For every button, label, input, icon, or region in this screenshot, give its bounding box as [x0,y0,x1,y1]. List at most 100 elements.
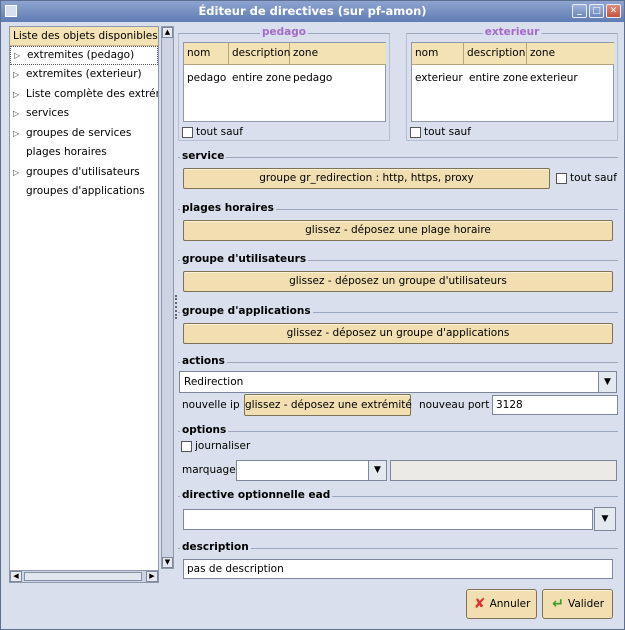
expander-icon[interactable]: ▷ [13,65,19,85]
scrollbar-thumb[interactable] [24,572,142,581]
valider-label: Valider [567,598,605,610]
tree-item-label: extremites (pedago) [27,49,135,61]
action-select-value: Redirection [184,376,244,388]
actions-legend: actions [180,355,227,368]
nouveau-port-label: nouveau port [419,399,490,411]
journaliser-label: journaliser [195,440,251,452]
service-tout-sauf-label: tout sauf [570,172,617,184]
column-header-description[interactable]: description [229,43,290,65]
window-menu-icon[interactable] [5,5,17,17]
tree-item-label: Liste complète des extrémités [26,87,158,100]
service-legend: service [180,150,227,163]
tree-item[interactable]: ▷ services [10,104,158,124]
table-cell-description[interactable]: entire zone [469,72,528,84]
description-legend: description [180,541,251,554]
marquage-label: marquage [182,464,236,476]
actions-group: actions Redirection ▼ nouvelle ip glisse… [178,355,618,417]
directive-ead-input[interactable] [183,509,593,530]
directive-ead-dropdown[interactable]: ▼ [594,507,616,531]
plage-horaire-drop-button[interactable]: glissez - déposez une plage horaire [183,220,613,241]
service-tout-sauf-checkbox[interactable] [556,173,567,184]
nouvelle-ip-drop-button[interactable]: glissez - déposez une extrémité [244,394,412,416]
pane-resize-handle[interactable] [175,295,177,319]
column-header-zone[interactable]: zone [527,43,614,65]
exterieur-table[interactable]: nom description zone exterieur entire zo… [411,42,614,122]
pedago-tout-sauf-label: tout sauf [196,126,243,138]
tree-item[interactable]: plages horaires [10,143,158,163]
tree-item[interactable]: ▷ extremites (pedago) [10,46,158,65]
exterieur-legend: exterieur [482,26,542,39]
action-select[interactable]: Redirection ▼ [179,371,617,393]
chevron-down-icon[interactable]: ▼ [368,461,386,480]
valider-button[interactable]: ↵ Valider [542,589,613,619]
close-button[interactable]: ✕ [606,4,621,18]
minimize-button[interactable]: _ [572,4,587,18]
groupe-utilisateurs-legend: groupe d'utilisateurs [180,253,309,266]
cancel-icon: ✘ [473,596,486,612]
column-header-zone[interactable]: zone [290,43,386,65]
horizontal-scrollbar[interactable]: ◀ ▶ [9,570,159,583]
tree-item[interactable]: ▷ groupes de services [10,124,158,144]
groupe-applications-legend: groupe d'applications [180,305,313,318]
plages-horaires-legend: plages horaires [180,202,276,215]
pedago-tout-sauf-checkbox[interactable] [182,127,193,138]
confirm-icon: ↵ [552,596,564,612]
table-cell-nom[interactable]: pedago [187,72,226,84]
exterieur-tout-sauf-checkbox[interactable] [410,127,421,138]
groupe-applications-drop-button[interactable]: glissez - déposez un groupe d'applicatio… [183,323,613,344]
tree-item-label: groupes d'utilisateurs [26,165,140,178]
pedago-group: pedago nom description zone pedago entir… [178,26,390,141]
tree-item-label: extremites (exterieur) [26,68,142,80]
scroll-right-icon[interactable]: ▶ [146,571,158,582]
column-header-description[interactable]: description [464,43,527,65]
service-drop-button[interactable]: groupe gr_redirection : http, https, pro… [183,168,550,189]
tree-item-label: plages horaires [26,146,107,158]
tree-item-label: groupes d'applications [26,185,145,197]
directive-ead-group: directive optionnelle ead ▼ [178,489,618,536]
tree-item[interactable]: ▷ groupes d'utilisateurs [10,163,158,183]
scroll-down-icon[interactable]: ▼ [162,557,173,568]
expander-icon[interactable]: ▷ [13,124,19,144]
expander-icon[interactable]: ▷ [13,85,19,105]
exterieur-group: exterieur nom description zone exterieur… [406,26,618,141]
table-cell-description[interactable]: entire zone [232,72,291,84]
nouvelle-ip-label: nouvelle ip [182,399,240,411]
marquage-select[interactable]: ▼ [236,460,387,481]
expander-icon[interactable]: ▷ [14,47,20,64]
exterieur-tout-sauf-label: tout sauf [424,126,471,138]
window-title: Éditeur de directives (sur pf-amon) [198,4,427,18]
service-group: service groupe gr_redirection : http, ht… [178,150,618,194]
marquage-entry [390,460,617,481]
table-cell-zone[interactable]: exterieur [530,72,578,84]
tree-item[interactable]: groupes d'applications [10,182,158,202]
title-bar[interactable]: Éditeur de directives (sur pf-amon) _ □ … [1,1,624,22]
objects-list-header[interactable]: Liste des objets disponibles [10,27,158,46]
nouveau-port-input[interactable]: 3128 [492,395,618,415]
column-header-nom[interactable]: nom [412,43,464,65]
expander-icon[interactable]: ▷ [13,104,19,124]
tree-item[interactable]: ▷ Liste complète des extrémités [10,85,158,105]
annuler-button[interactable]: ✘ Annuler [466,589,537,619]
groupe-utilisateurs-group: groupe d'utilisateurs glissez - déposez … [178,253,618,294]
objects-list-panel: Liste des objets disponibles ▷ extremites… [9,26,159,583]
scroll-left-icon[interactable]: ◀ [10,571,22,582]
groupe-utilisateurs-drop-button[interactable]: glissez - déposez un groupe d'utilisateu… [183,271,613,292]
expander-icon[interactable]: ▷ [13,163,19,183]
table-cell-zone[interactable]: pedago [293,72,332,84]
chevron-down-icon[interactable]: ▼ [595,508,615,530]
tree-item-label: groupes de services [26,126,132,139]
pedago-table[interactable]: nom description zone pedago entire zone … [183,42,386,122]
tree-item[interactable]: ▷ extremites (exterieur) [10,65,158,85]
options-group: options journaliser marquage ▼ [178,424,618,483]
annuler-label: Annuler [489,598,531,610]
options-legend: options [180,424,229,437]
groupe-applications-group: groupe d'applications glissez - déposez … [178,305,618,346]
journaliser-checkbox[interactable] [181,441,192,452]
table-cell-nom[interactable]: exterieur [415,72,463,84]
chevron-down-icon[interactable]: ▼ [598,372,616,392]
column-header-nom[interactable]: nom [184,43,229,65]
maximize-button[interactable]: □ [589,4,604,18]
vertical-scrollbar[interactable]: ▲ ▼ [161,26,174,569]
scroll-up-icon[interactable]: ▲ [162,27,173,38]
description-input[interactable]: pas de description [183,559,613,579]
